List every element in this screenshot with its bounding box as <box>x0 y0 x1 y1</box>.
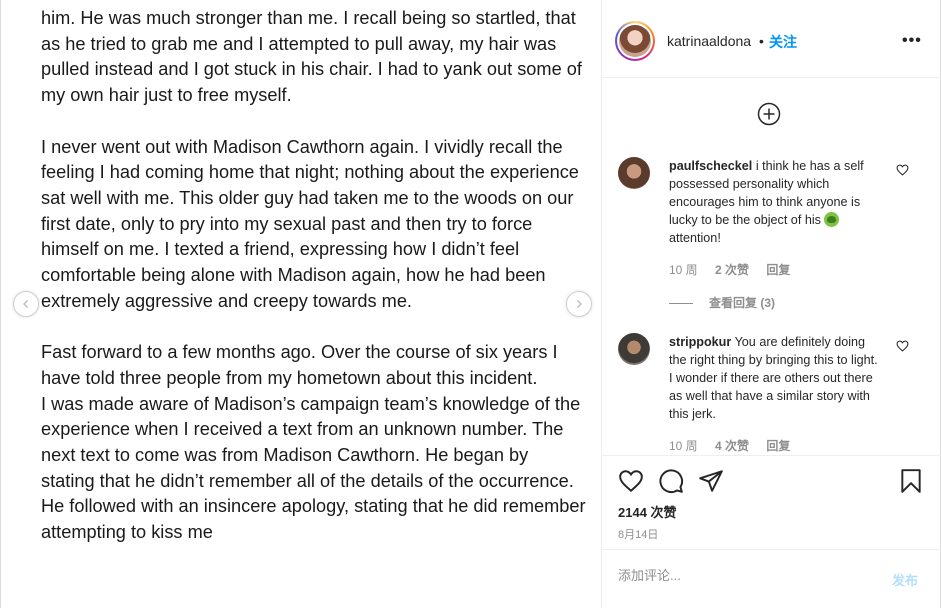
commenter-username[interactable]: paulfscheckel <box>669 159 752 173</box>
commenter-username[interactable]: strippokur <box>669 335 731 349</box>
comment-likes[interactable]: 2 次赞 <box>715 263 749 277</box>
save-bookmark-icon[interactable] <box>898 468 924 494</box>
chevron-left-icon <box>23 300 28 308</box>
replies-divider-line <box>669 303 693 305</box>
post-paragraph: I never went out with Madison Cawthorn a… <box>41 136 579 311</box>
separator-dot: • <box>759 33 764 49</box>
more-options-button[interactable]: ••• <box>902 32 922 50</box>
chevron-right-icon <box>577 300 582 308</box>
post-image: him. He was much stronger than me. I rec… <box>1 0 601 608</box>
comments-list: paulfscheckel i think he has a self poss… <box>602 79 941 455</box>
comment-time[interactable]: 10 周 <box>669 263 698 277</box>
commenter-avatar[interactable] <box>618 157 650 189</box>
reply-button[interactable]: 回复 <box>766 263 790 277</box>
nauseated-face-icon <box>824 212 840 227</box>
add-comment-bar: 发布 <box>602 549 941 608</box>
comment-bubble-icon[interactable] <box>658 468 684 494</box>
author-avatar[interactable] <box>615 21 655 61</box>
load-more-comments-icon[interactable] <box>757 102 781 126</box>
post-side-panel: katrinaaldona • 关注 ••• paulfscheckel i t… <box>601 0 941 608</box>
next-image-button[interactable] <box>566 291 592 317</box>
follow-button[interactable]: 关注 <box>769 32 797 52</box>
comment-meta: 10 周 2 次赞 回复 <box>669 261 804 278</box>
post-header: katrinaaldona • 关注 ••• <box>602 0 941 78</box>
comment-text: paulfscheckel i think he has a self poss… <box>669 157 883 247</box>
like-heart-icon[interactable] <box>618 468 644 494</box>
comment-input[interactable] <box>618 568 868 583</box>
post-paragraph: Fast forward to a few months ago. Over t… <box>41 342 558 388</box>
post-image-text: him. He was much stronger than me. I rec… <box>41 6 586 571</box>
post-date[interactable]: 8月14日 <box>618 526 658 542</box>
commenter-avatar[interactable] <box>618 333 650 365</box>
reply-button[interactable]: 回复 <box>766 439 790 453</box>
like-comment-heart-icon[interactable] <box>896 164 909 176</box>
comment-likes[interactable]: 4 次赞 <box>715 439 749 453</box>
author-username[interactable]: katrinaaldona <box>667 33 751 49</box>
view-replies-label: 查看回复 (3) <box>709 296 776 310</box>
share-send-icon[interactable] <box>698 468 724 494</box>
post-paragraph: I was made aware of Madison’s campaign t… <box>41 393 586 543</box>
comment-text: strippokur You are definitely doing the … <box>669 333 883 423</box>
previous-image-button[interactable] <box>13 291 39 317</box>
view-replies-button[interactable]: 查看回复 (3) <box>669 294 775 311</box>
like-comment-heart-icon[interactable] <box>896 340 909 352</box>
post-actions: 2144 次赞 8月14日 <box>602 455 941 549</box>
post-comment-button[interactable]: 发布 <box>892 570 918 589</box>
likes-count[interactable]: 2144 次赞 <box>618 502 677 521</box>
post-paragraph: him. He was much stronger than me. I rec… <box>41 8 582 106</box>
comment-content-end: attention! <box>669 231 721 245</box>
comment-time[interactable]: 10 周 <box>669 439 698 453</box>
comment-meta: 10 周 4 次赞 回复 <box>669 437 804 454</box>
